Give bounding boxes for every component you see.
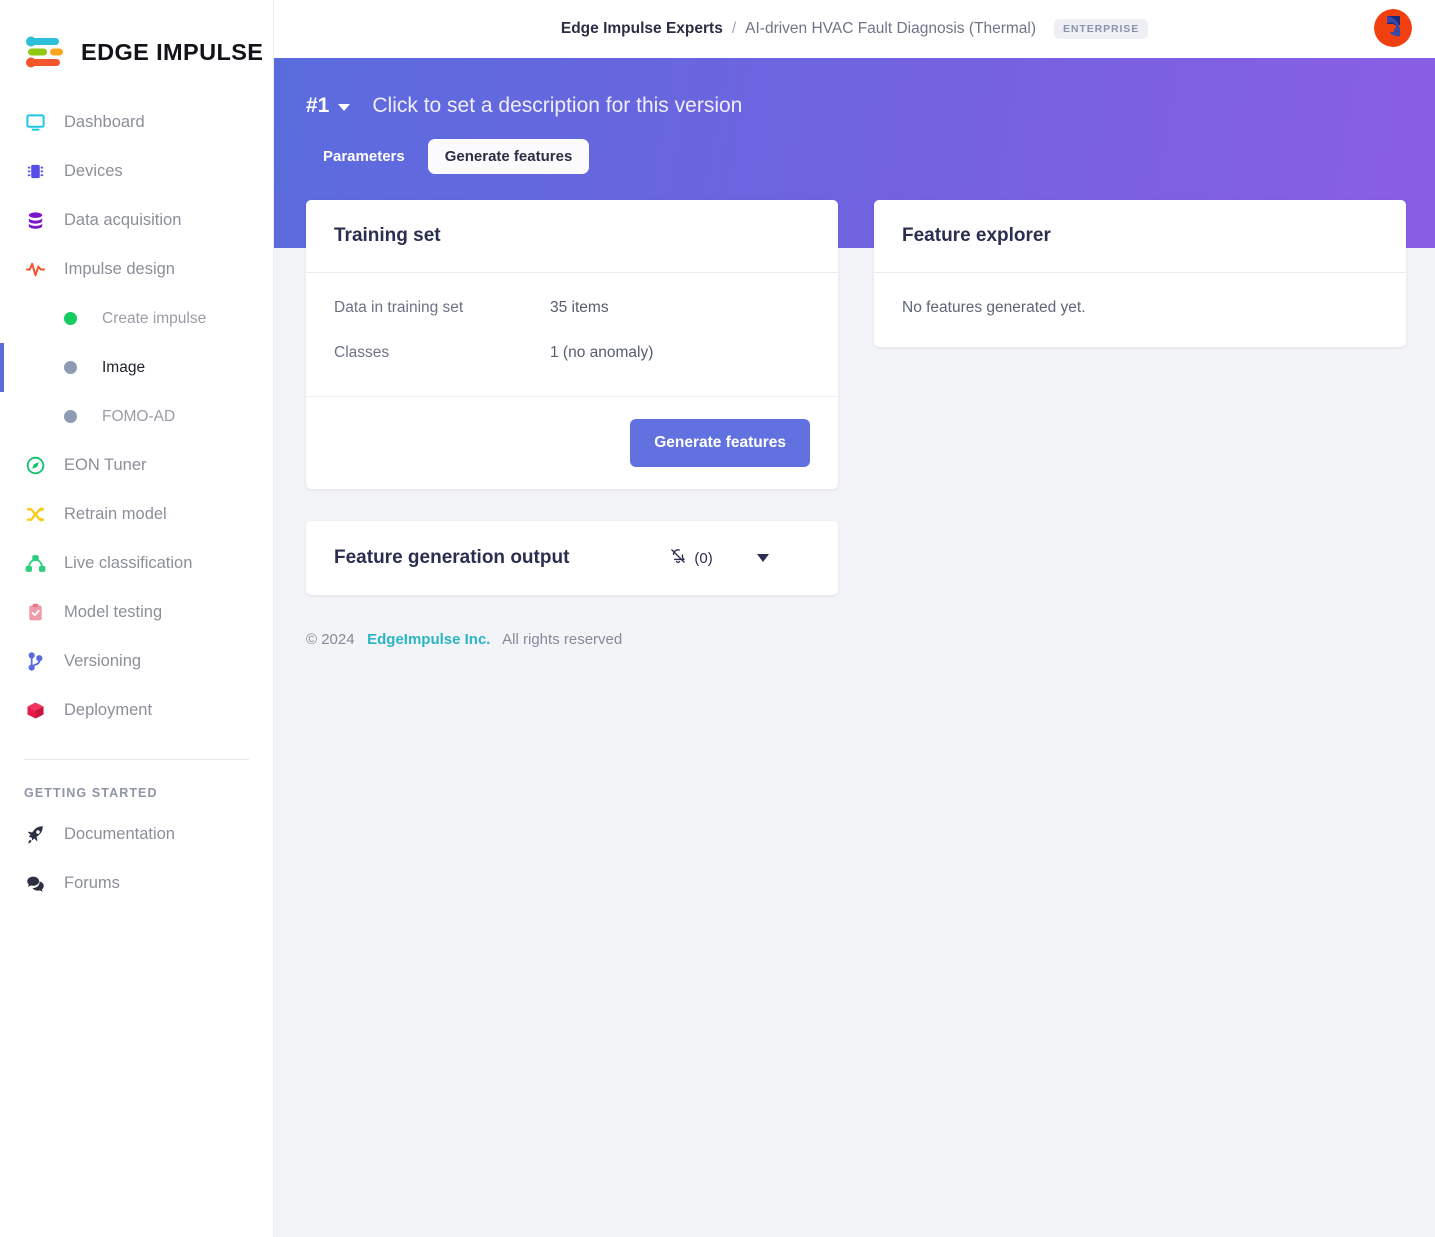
sidebar-item-devices[interactable]: Devices [0, 147, 273, 196]
sidebar-item-label: Retrain model [64, 505, 167, 524]
edge-impulse-logo-icon [22, 34, 68, 70]
git-branch-icon [24, 651, 46, 673]
generate-features-button[interactable]: Generate features [630, 419, 810, 467]
sidebar-item-label: Dashboard [64, 113, 145, 132]
clipboard-check-icon [24, 602, 46, 624]
feature-generation-output-header[interactable]: Feature generation output (0) [306, 521, 838, 595]
chevron-down-icon[interactable] [757, 554, 769, 562]
footer-copyright: © 2024 [306, 631, 355, 648]
right-column: Feature explorer No features generated y… [874, 200, 1406, 595]
node-graph-icon [24, 553, 46, 575]
training-set-row: Classes 1 (no anomaly) [334, 344, 810, 362]
sidebar-item-live-classification[interactable]: Live classification [0, 539, 273, 588]
sidebar-item-label: Live classification [64, 554, 192, 573]
chip-icon [24, 161, 46, 183]
training-set-card: Training set Data in training set 35 ite… [306, 200, 838, 489]
rocket-icon [24, 824, 46, 846]
sidebar-item-eon-tuner[interactable]: EON Tuner [0, 441, 273, 490]
sidebar-subitem-label: Create impulse [102, 310, 206, 328]
sidebar-item-retrain-model[interactable]: Retrain model [0, 490, 273, 539]
sidebar-item-label: Model testing [64, 603, 162, 622]
sidebar-item-label: Data acquisition [64, 211, 181, 230]
monitor-icon [24, 112, 46, 134]
sidebar-item-image[interactable]: Image [0, 343, 273, 392]
sidebar-item-fomo-ad[interactable]: FOMO-AD [0, 392, 273, 441]
feature-explorer-title: Feature explorer [874, 200, 1406, 273]
sidebar-item-impulse-design[interactable]: Impulse design [0, 245, 273, 294]
sidebar-subitem-label: Image [102, 359, 145, 377]
training-set-row: Data in training set 35 items [334, 299, 810, 317]
app-root: EDGE IMPULSE Dashboard [0, 0, 1435, 1237]
sidebar-item-label: Impulse design [64, 260, 175, 279]
page-content: Training set Data in training set 35 ite… [274, 58, 1435, 648]
cube-box-icon [24, 700, 46, 722]
row-key: Data in training set [334, 299, 550, 317]
plan-badge: ENTERPRISE [1054, 19, 1148, 39]
sidebar-item-deployment[interactable]: Deployment [0, 686, 273, 735]
sidebar-section-getting-started: GETTING STARTED [0, 760, 273, 810]
breadcrumb-root[interactable]: Edge Impulse Experts [561, 20, 723, 38]
status-dot-icon [64, 410, 77, 423]
row-key: Classes [334, 344, 550, 362]
sidebar-item-label: Deployment [64, 701, 152, 720]
footer: © 2024 EdgeImpulse Inc. All rights reser… [274, 595, 1435, 648]
sidebar-item-versioning[interactable]: Versioning [0, 637, 273, 686]
sidebar-item-label: Devices [64, 162, 123, 181]
breadcrumb-project[interactable]: AI-driven HVAC Fault Diagnosis (Thermal) [745, 20, 1036, 38]
feature-explorer-body: No features generated yet. [874, 273, 1406, 347]
training-set-body: Data in training set 35 items Classes 1 … [306, 273, 838, 396]
sidebar-item-forums[interactable]: Forums [0, 859, 273, 908]
cards-row: Training set Data in training set 35 ite… [274, 58, 1435, 595]
sidebar: EDGE IMPULSE Dashboard [0, 0, 274, 1237]
sidebar-item-documentation[interactable]: Documentation [0, 810, 273, 859]
feature-explorer-empty-message: No features generated yet. [902, 299, 1378, 317]
sidebar-item-label: Versioning [64, 652, 141, 671]
chat-bubbles-icon [24, 873, 46, 895]
breadcrumb-separator: / [732, 20, 736, 38]
main-area: Edge Impulse Experts / AI-driven HVAC Fa… [274, 0, 1435, 1237]
feature-generation-output-card: Feature generation output (0) [306, 521, 838, 595]
output-count: (0) [669, 547, 712, 569]
footer-rights: All rights reserved [502, 631, 622, 648]
footer-brand-link[interactable]: EdgeImpulse Inc. [367, 631, 490, 648]
top-bar: Edge Impulse Experts / AI-driven HVAC Fa… [274, 0, 1435, 58]
sidebar-item-create-impulse[interactable]: Create impulse [0, 294, 273, 343]
feature-generation-output-title: Feature generation output [334, 547, 569, 569]
app-logo[interactable]: EDGE IMPULSE [0, 0, 273, 82]
database-icon [24, 210, 46, 232]
row-value: 1 (no anomaly) [550, 344, 653, 362]
sidebar-item-label: Forums [64, 874, 120, 893]
shuffle-icon [24, 504, 46, 526]
app-logo-text: EDGE IMPULSE [81, 39, 263, 66]
sidebar-item-label: EON Tuner [64, 456, 147, 475]
status-dot-icon [64, 312, 77, 325]
feature-explorer-card: Feature explorer No features generated y… [874, 200, 1406, 347]
training-set-title: Training set [306, 200, 838, 273]
status-dot-icon [64, 361, 77, 374]
sidebar-item-data-acquisition[interactable]: Data acquisition [0, 196, 273, 245]
sidebar-item-dashboard[interactable]: Dashboard [0, 98, 273, 147]
compass-icon [24, 455, 46, 477]
sidebar-nav: Dashboard Devices [0, 82, 273, 908]
output-count-text: (0) [694, 550, 712, 567]
pulse-wave-icon [24, 259, 46, 281]
bell-off-icon[interactable] [669, 547, 687, 569]
avatar[interactable] [1374, 9, 1412, 47]
row-value: 35 items [550, 299, 609, 317]
sidebar-subitem-label: FOMO-AD [102, 408, 175, 426]
training-set-footer: Generate features [306, 396, 838, 489]
sidebar-item-model-testing[interactable]: Model testing [0, 588, 273, 637]
breadcrumb: Edge Impulse Experts / AI-driven HVAC Fa… [561, 19, 1148, 39]
left-column: Training set Data in training set 35 ite… [306, 200, 838, 595]
sidebar-item-label: Documentation [64, 825, 175, 844]
